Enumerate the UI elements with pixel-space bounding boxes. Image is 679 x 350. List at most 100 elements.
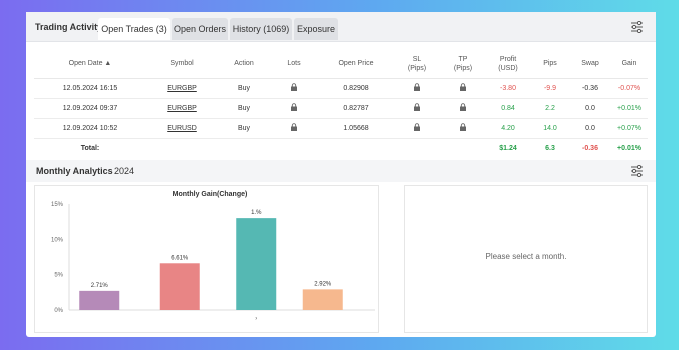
cell-empty [218,138,270,158]
lock-icon [413,103,421,113]
tab-history[interactable]: History (1069) [230,18,292,40]
cell-lots [270,98,318,119]
y-tick-label: 10% [51,237,64,243]
monthly-analytics-title: Monthly Analytics [36,166,113,176]
col-swap[interactable]: Swap [570,50,610,79]
table-header-row: Open Date ▲ Symbol Action Lots Open Pric… [34,50,648,79]
cell-empty [440,138,486,158]
cell-tp [440,118,486,139]
col-tp[interactable]: TP (Pips) [440,50,486,79]
cell-symbol: EURUSD [146,118,218,139]
cell-pips: 14.0 [530,118,570,139]
cell-gain: -0.07% [610,78,648,99]
cell-tp [440,78,486,99]
cell-gain: +0.07% [610,118,648,139]
col-profit[interactable]: Profit (USD) [486,50,530,79]
month-details-panel: Please select a month. [404,185,648,333]
cell-empty [318,138,394,158]
cell-action: Buy [218,78,270,99]
total-swap: -0.36 [582,144,598,152]
cell-open-date: 12.09.2024 09:37 [34,98,146,119]
cell-open-price: 0.82787 [318,98,394,119]
cell-lots [270,118,318,139]
bar-value-label: 2.71% [91,283,109,289]
chart-bar [79,290,120,310]
cell-action: Buy [218,118,270,139]
cell-empty [270,138,318,158]
col-open-price[interactable]: Open Price [318,50,394,79]
cell-lots [270,78,318,99]
y-tick-label: 15% [51,202,64,208]
monthly-gain-chart-panel: Monthly Gain(Change) 15% 10% 5% 0% 2.71% 6.61%… [34,185,379,333]
cell-gain: +0.01% [610,98,648,119]
cell-pips: 2.2 [530,98,570,119]
cell-swap: -0.36 [570,78,610,99]
select-month-message: Please select a month. [485,252,567,261]
trading-card: Trading Activity Open Trades (3) Open Or… [26,12,656,337]
cell-profit: 0.84 [486,98,530,119]
cell-tp [440,98,486,119]
table-row: 12.09.2024 10:52 EURUSD Buy 1.05668 4.20 14.0… [34,118,648,139]
col-lots[interactable]: Lots [270,50,318,79]
col-gain[interactable]: Gain [610,50,648,79]
cell-empty [394,138,440,158]
col-action[interactable]: Action [218,50,270,79]
chart-bar [302,289,343,310]
trading-activity-header: Trading Activity Open Trades (3) Open Or… [26,12,656,42]
cell-open-price: 1.05668 [318,118,394,139]
cell-open-price: 0.82908 [318,78,394,99]
y-tick-label: 0% [54,308,63,314]
total-gain: +0.01% [617,144,641,152]
bar-value-label: 1.% [251,210,262,216]
bar-value-label: 6.61% [171,255,189,261]
sliders-icon[interactable] [630,165,644,177]
lock-icon [290,83,298,93]
cell-open-date: 12.09.2024 10:52 [34,118,146,139]
symbol-link[interactable]: EURGBP [167,85,197,92]
total-profit: $1.24 [499,144,517,152]
cell-sl [394,118,440,139]
table-row: 12.09.2024 09:37 EURGBP Buy 0.82787 0.84 2.2 0… [34,98,648,119]
col-sl[interactable]: SL (Pips) [394,50,440,79]
cell-empty [146,138,218,158]
total-label: Total: [80,144,100,152]
lock-icon [290,103,298,113]
cell-symbol: EURGBP [146,98,218,119]
cell-symbol: EURGBP [146,78,218,99]
open-trades-table: Open Date ▲ Symbol Action Lots Open Pric… [34,50,648,158]
year-selector[interactable]: 2024 [114,166,134,176]
cell-sl [394,78,440,99]
cell-pips: -9.9 [530,78,570,99]
col-pips[interactable]: Pips [530,50,570,79]
lock-icon [459,83,467,93]
lock-icon [459,123,467,133]
sliders-icon[interactable] [630,21,644,33]
tab-open-orders[interactable]: Open Orders [172,18,228,40]
cell-profit: 4.20 [486,118,530,139]
lock-icon [290,123,298,133]
bar-value-label: 2.92% [314,281,332,287]
tab-exposure[interactable]: Exposure [294,18,338,40]
symbol-link[interactable]: EURUSD [167,125,197,132]
col-open-date[interactable]: Open Date ▲ [34,50,146,79]
cell-swap: 0.0 [570,118,610,139]
trading-activity-title: Trading Activity [35,22,103,32]
total-row: Total: $1.24 6.3 -0.36 +0.01% [34,138,648,158]
cell-profit: -3.80 [486,78,530,99]
cell-sl [394,98,440,119]
monthly-gain-chart: Monthly Gain(Change) 15% 10% 5% 0% 2.71% 6.61%… [51,191,375,322]
cell-action: Buy [218,98,270,119]
chart-title: Monthly Gain(Change) [173,191,248,198]
x-tick-label: › [255,316,257,322]
total-pips: 6.3 [545,144,555,152]
lock-icon [413,123,421,133]
lock-icon [459,103,467,113]
monthly-analytics-header: Monthly Analytics 2024 [26,160,656,182]
cell-swap: 0.0 [570,98,610,119]
symbol-link[interactable]: EURGBP [167,105,197,112]
col-symbol[interactable]: Symbol [146,50,218,79]
tab-open-trades[interactable]: Open Trades (3) [98,18,170,40]
cell-open-date: 12.05.2024 16:15 [34,78,146,99]
y-tick-label: 5% [54,273,63,279]
chart-bar [236,218,277,310]
